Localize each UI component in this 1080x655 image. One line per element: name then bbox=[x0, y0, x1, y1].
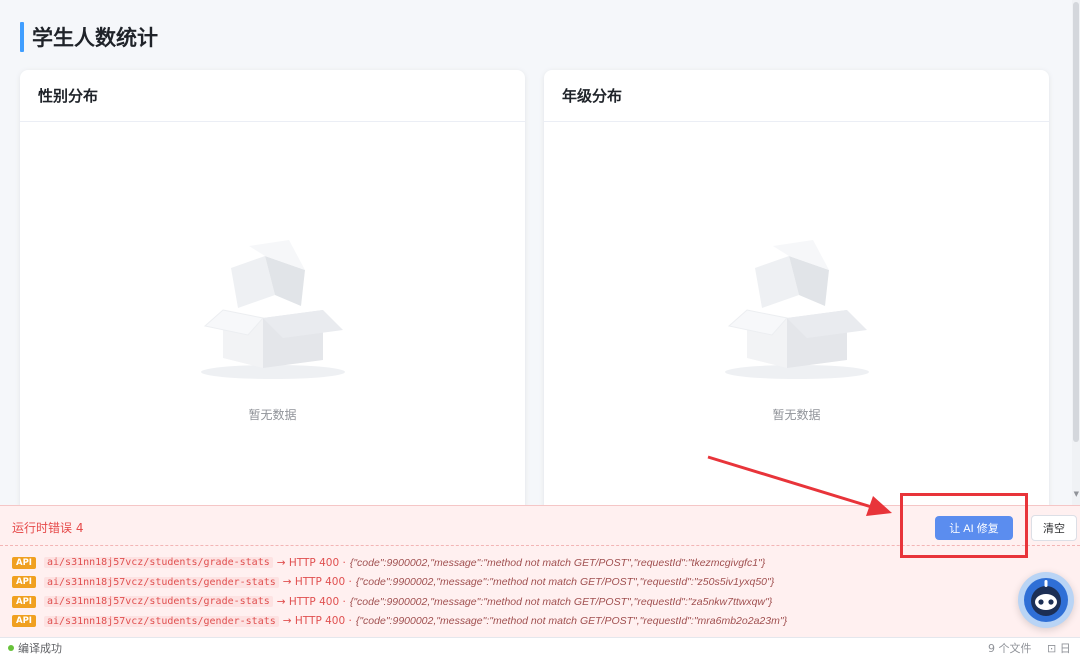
scrollbar-thumb[interactable] bbox=[1073, 2, 1079, 442]
log-body: {"code":9900002,"message":"method not ma… bbox=[349, 595, 773, 608]
ai-fix-button[interactable]: 让 AI 修复 bbox=[935, 516, 1013, 540]
empty-box-icon bbox=[200, 240, 345, 379]
gender-distribution-card: 性别分布 暂无数据 bbox=[20, 70, 525, 530]
empty-state: 暂无数据 bbox=[544, 240, 1049, 423]
log-status: → HTTP 400 · bbox=[276, 556, 346, 569]
api-tag: API bbox=[12, 615, 36, 628]
page-title: 学生人数统计 bbox=[32, 26, 158, 50]
log-path: ai/s31nn18j57vcz/students/grade-stats bbox=[43, 596, 273, 608]
card-title: 性别分布 bbox=[20, 70, 525, 122]
runtime-error-panel: 运行时错误 4 让 AI 修复 清空 API ai/s31nn18j57vcz/… bbox=[0, 505, 1080, 637]
scroll-down-arrow-icon[interactable]: ▼ bbox=[1074, 490, 1079, 498]
api-tag: API bbox=[12, 576, 36, 589]
api-tag: API bbox=[12, 556, 36, 569]
log-toggle[interactable]: ⊡ 日志 bbox=[1047, 640, 1080, 655]
empty-box-icon bbox=[724, 240, 869, 379]
log-icon: ⊡ bbox=[1047, 642, 1057, 655]
error-title: 运行时错误 4 bbox=[12, 521, 84, 535]
page-header: 学生人数统计 bbox=[20, 22, 158, 52]
robot-assistant-icon bbox=[1024, 578, 1068, 622]
log-row: API ai/s31nn18j57vcz/students/gender-sta… bbox=[12, 612, 787, 632]
ai-assistant-button[interactable] bbox=[1018, 572, 1074, 628]
compile-status: 编译成功 bbox=[8, 640, 62, 655]
empty-state: 暂无数据 bbox=[20, 240, 525, 423]
log-status: → HTTP 400 · bbox=[282, 615, 352, 628]
log-row: API ai/s31nn18j57vcz/students/gender-sta… bbox=[12, 573, 787, 593]
log-path: ai/s31nn18j57vcz/students/gender-stats bbox=[43, 576, 279, 588]
page-scrollbar[interactable]: ▼ bbox=[1072, 0, 1080, 505]
empty-text: 暂无数据 bbox=[248, 408, 297, 422]
log-status: → HTTP 400 · bbox=[282, 576, 352, 589]
grade-distribution-card: 年级分布 暂无数据 bbox=[544, 70, 1049, 530]
error-panel-header: 运行时错误 4 让 AI 修复 清空 bbox=[0, 506, 1080, 546]
error-log-list: API ai/s31nn18j57vcz/students/grade-stat… bbox=[12, 553, 787, 631]
compile-status-text: 编译成功 bbox=[18, 642, 62, 655]
log-path: ai/s31nn18j57vcz/students/grade-stats bbox=[43, 557, 273, 569]
card-title: 年级分布 bbox=[544, 70, 1049, 122]
title-accent-bar bbox=[20, 22, 24, 52]
log-row: API ai/s31nn18j57vcz/students/grade-stat… bbox=[12, 592, 787, 612]
log-body: {"code":9900002,"message":"method not ma… bbox=[355, 576, 775, 589]
status-bar: 编译成功 9 个文件 ⊡ 日志 bbox=[0, 637, 1080, 655]
log-row: API ai/s31nn18j57vcz/students/grade-stat… bbox=[12, 553, 787, 573]
log-body: {"code":9900002,"message":"method not ma… bbox=[349, 556, 766, 569]
status-dot-icon bbox=[8, 645, 14, 651]
log-body: {"code":9900002,"message":"method not ma… bbox=[355, 615, 788, 628]
log-status: → HTTP 400 · bbox=[276, 595, 346, 608]
log-path: ai/s31nn18j57vcz/students/gender-stats bbox=[43, 615, 279, 627]
empty-text: 暂无数据 bbox=[772, 408, 821, 422]
file-count: 9 个文件 bbox=[988, 642, 1032, 655]
clear-button[interactable]: 清空 bbox=[1031, 515, 1077, 541]
api-tag: API bbox=[12, 595, 36, 608]
